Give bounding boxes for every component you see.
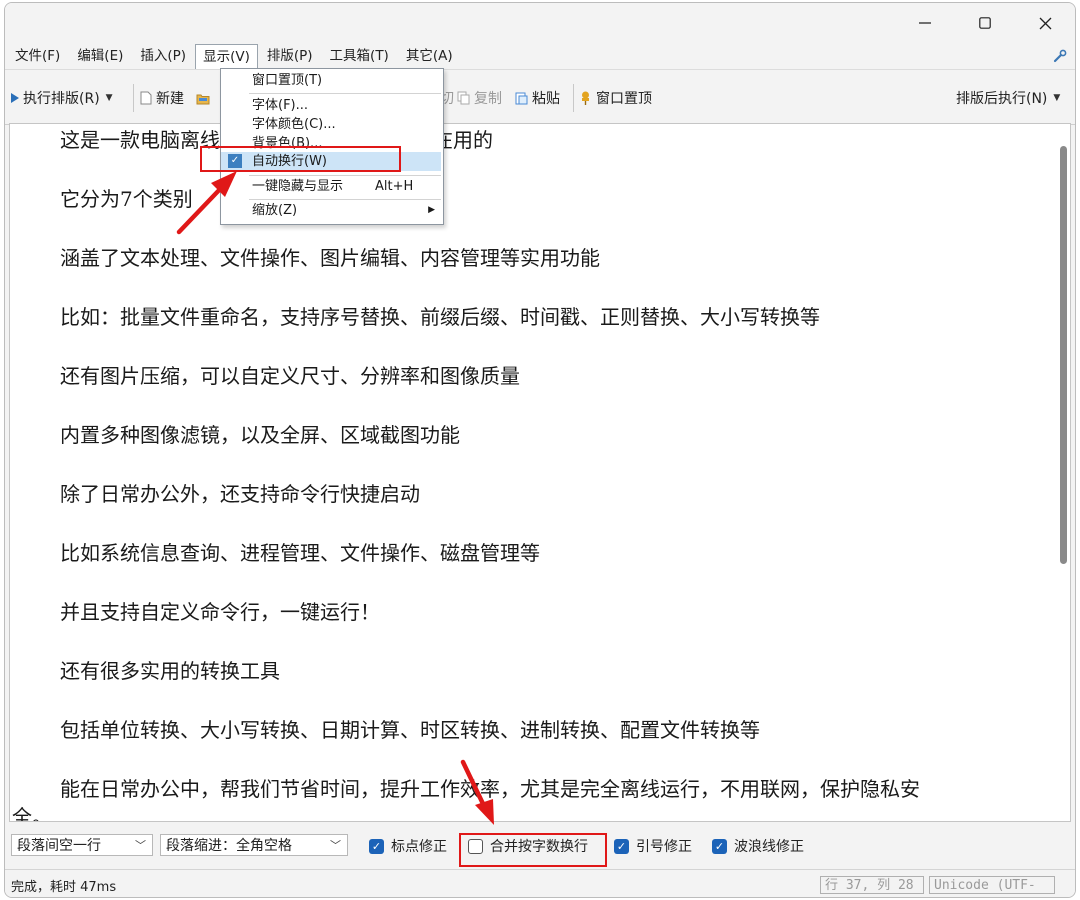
menu-zoom-label: 缩放(Z) [252, 203, 298, 218]
editor-line: 还有图片压缩，可以自定义尺寸、分辨率和图像质量 [60, 364, 520, 388]
open-button[interactable] [196, 87, 214, 109]
toolbar: 执行排版(R) ▼ 新建 剪切 复制 粘贴 窗口置顶 排版后执行(N) ▼ [5, 70, 1075, 125]
new-file-icon [140, 91, 152, 105]
chevron-down-icon: ▼ [105, 93, 113, 103]
merge-by-chars-label: 合并按字数换行 [490, 839, 588, 855]
menu-word-wrap[interactable]: ✓ 自动换行(W) [221, 152, 441, 171]
menu-word-wrap-label: 自动换行(W) [252, 154, 327, 169]
window-topmost-label: 窗口置顶 [596, 91, 652, 107]
menu-edit[interactable]: 编辑(E) [69, 44, 131, 68]
editor-line: 内置多种图像滤镜，以及全屏、区域截图功能 [60, 423, 460, 447]
after-format-run-label: 排版后执行(N) [956, 91, 1048, 107]
scrollbar-thumb[interactable] [1060, 146, 1067, 564]
pin-icon [582, 91, 589, 105]
editor-line: 涵盖了文本处理、文件操作、图片编辑、内容管理等实用功能 [60, 246, 600, 270]
editor-line: 除了日常办公外，还支持命令行快捷启动 [60, 482, 420, 506]
settings-wrench-button[interactable] [1053, 48, 1067, 67]
menu-format[interactable]: 排版(P) [259, 44, 321, 68]
encoding-indicator: Unicode (UTF-8) [929, 876, 1055, 897]
menu-other[interactable]: 其它(A) [398, 44, 461, 68]
run-format-label: 执行排版(R) [23, 91, 100, 107]
chevron-down-icon: ▼ [1053, 93, 1061, 103]
quote-fix-checkbox[interactable]: ✓ 引号修正 [614, 836, 692, 856]
menu-window-topmost[interactable]: 窗口置顶(T) [221, 71, 441, 90]
folder-icon [196, 94, 210, 104]
punct-fix-label: 标点修正 [391, 839, 447, 855]
maximize-button[interactable] [955, 3, 1015, 43]
title-bar [5, 3, 1075, 43]
vertical-scrollbar[interactable] [1056, 124, 1070, 821]
editor-line: 比如：批量文件重命名，支持序号替换、前缀后缀、时间戳、正则替换、大小写转换等 [60, 305, 820, 329]
view-menu-dropdown: 窗口置顶(T) 字体(F)... 字体颜色(C)... 背景色(B)... ✓ … [220, 68, 444, 225]
tilde-fix-checkbox[interactable]: ✓ 波浪线修正 [712, 836, 804, 856]
paragraph-indent-select[interactable]: 段落缩进：全角空格 ﹀ [160, 834, 348, 856]
merge-by-chars-checkbox[interactable]: 合并按字数换行 [468, 836, 588, 856]
toolbar-separator [573, 84, 574, 112]
submenu-arrow-icon: ▶ [428, 205, 435, 215]
check-icon: ✓ [228, 154, 242, 168]
editor-line: 全。 [12, 805, 52, 822]
new-button[interactable]: 新建 [140, 87, 184, 109]
tilde-fix-label: 波浪线修正 [734, 839, 804, 855]
menu-hide-show-shortcut: Alt+H [375, 179, 414, 194]
menu-font[interactable]: 字体(F)... [221, 96, 441, 115]
paste-icon [515, 92, 528, 105]
editor-line: 它分为7个类别 [60, 187, 193, 211]
chevron-down-icon: ﹀ [135, 839, 146, 852]
menu-font-color[interactable]: 字体颜色(C)... [221, 115, 441, 134]
app-window: 文件(F) 编辑(E) 插入(P) 显示(V) 排版(P) 工具箱(T) 其它(… [4, 2, 1076, 898]
menu-hide-show-label: 一键隐藏与显示 [252, 179, 344, 194]
cursor-position: 行 37, 列 28 [820, 876, 924, 894]
status-bar: 完成，耗时 47ms 行 37, 列 28 Unicode (UTF-8) [5, 869, 1075, 897]
paragraph-indent-value: 段落缩进：全角空格 [166, 838, 292, 854]
punct-fix-checkbox[interactable]: ✓ 标点修正 [369, 836, 447, 856]
run-format-button[interactable]: 执行排版(R) ▼ [11, 87, 113, 109]
play-icon [11, 93, 19, 103]
menu-separator [249, 93, 441, 94]
menu-insert[interactable]: 插入(P) [132, 44, 194, 68]
editor-line: 能在日常办公中，帮我们节省时间，提升工作效率，尤其是完全离线运行，不用联网，保护… [60, 777, 920, 801]
minimize-button[interactable] [895, 3, 955, 43]
menu-toolbox[interactable]: 工具箱(T) [322, 44, 397, 68]
options-bar: 段落间空一行 ﹀ 段落缩进：全角空格 ﹀ ✓ 标点修正 合并按字数换行 ✓ 引号… [5, 824, 1075, 869]
window-topmost-button[interactable]: 窗口置顶 [579, 87, 652, 109]
status-message: 完成，耗时 47ms [11, 880, 117, 895]
editor-line: 并且支持自定义命令行，一键运行！ [60, 600, 380, 624]
new-label: 新建 [156, 91, 184, 107]
after-format-run-button[interactable]: 排版后执行(N) ▼ [956, 87, 1060, 109]
editor-line: 包括单位转换、大小写转换、日期计算、时区转换、进制转换、配置文件转换等 [60, 718, 760, 742]
paragraph-spacing-value: 段落间空一行 [17, 838, 101, 854]
copy-button[interactable]: 复制 [457, 87, 502, 109]
copy-icon [457, 91, 470, 105]
maximize-icon [979, 17, 991, 29]
menu-bar: 文件(F) 编辑(E) 插入(P) 显示(V) 排版(P) 工具箱(T) 其它(… [5, 43, 1075, 70]
checkbox-checked-icon: ✓ [614, 838, 629, 854]
text-editor[interactable]: 这是一款电脑离线长期在用的 它分为7个类别 涵盖了文本处理、文件操作、图片编辑、… [9, 123, 1071, 822]
menu-background-color[interactable]: 背景色(B)... [221, 134, 441, 151]
menu-separator [249, 199, 441, 200]
copy-label: 复制 [474, 91, 502, 107]
quote-fix-label: 引号修正 [636, 839, 692, 855]
editor-line: 还有很多实用的转换工具 [60, 659, 280, 683]
checkbox-unchecked-icon [468, 838, 483, 854]
editor-line: 比如系统信息查询、进程管理、文件操作、磁盘管理等 [60, 541, 540, 565]
close-button[interactable] [1015, 3, 1075, 43]
checkbox-checked-icon: ✓ [369, 838, 384, 854]
menu-file[interactable]: 文件(F) [7, 44, 68, 68]
chevron-down-icon: ﹀ [330, 839, 341, 852]
paste-button[interactable]: 粘贴 [515, 87, 560, 109]
wrench-icon [1053, 49, 1067, 63]
menu-zoom[interactable]: 缩放(Z) ▶ [221, 201, 441, 220]
paste-label: 粘贴 [532, 91, 560, 107]
checkbox-checked-icon: ✓ [712, 838, 727, 854]
menu-hide-show[interactable]: 一键隐藏与显示 Alt+H [221, 177, 441, 196]
toolbar-separator [133, 84, 134, 112]
paragraph-spacing-select[interactable]: 段落间空一行 ﹀ [11, 834, 153, 856]
close-icon [1039, 17, 1051, 29]
menu-separator [249, 175, 441, 176]
minimize-icon [919, 22, 931, 24]
menu-view[interactable]: 显示(V) [195, 43, 258, 69]
